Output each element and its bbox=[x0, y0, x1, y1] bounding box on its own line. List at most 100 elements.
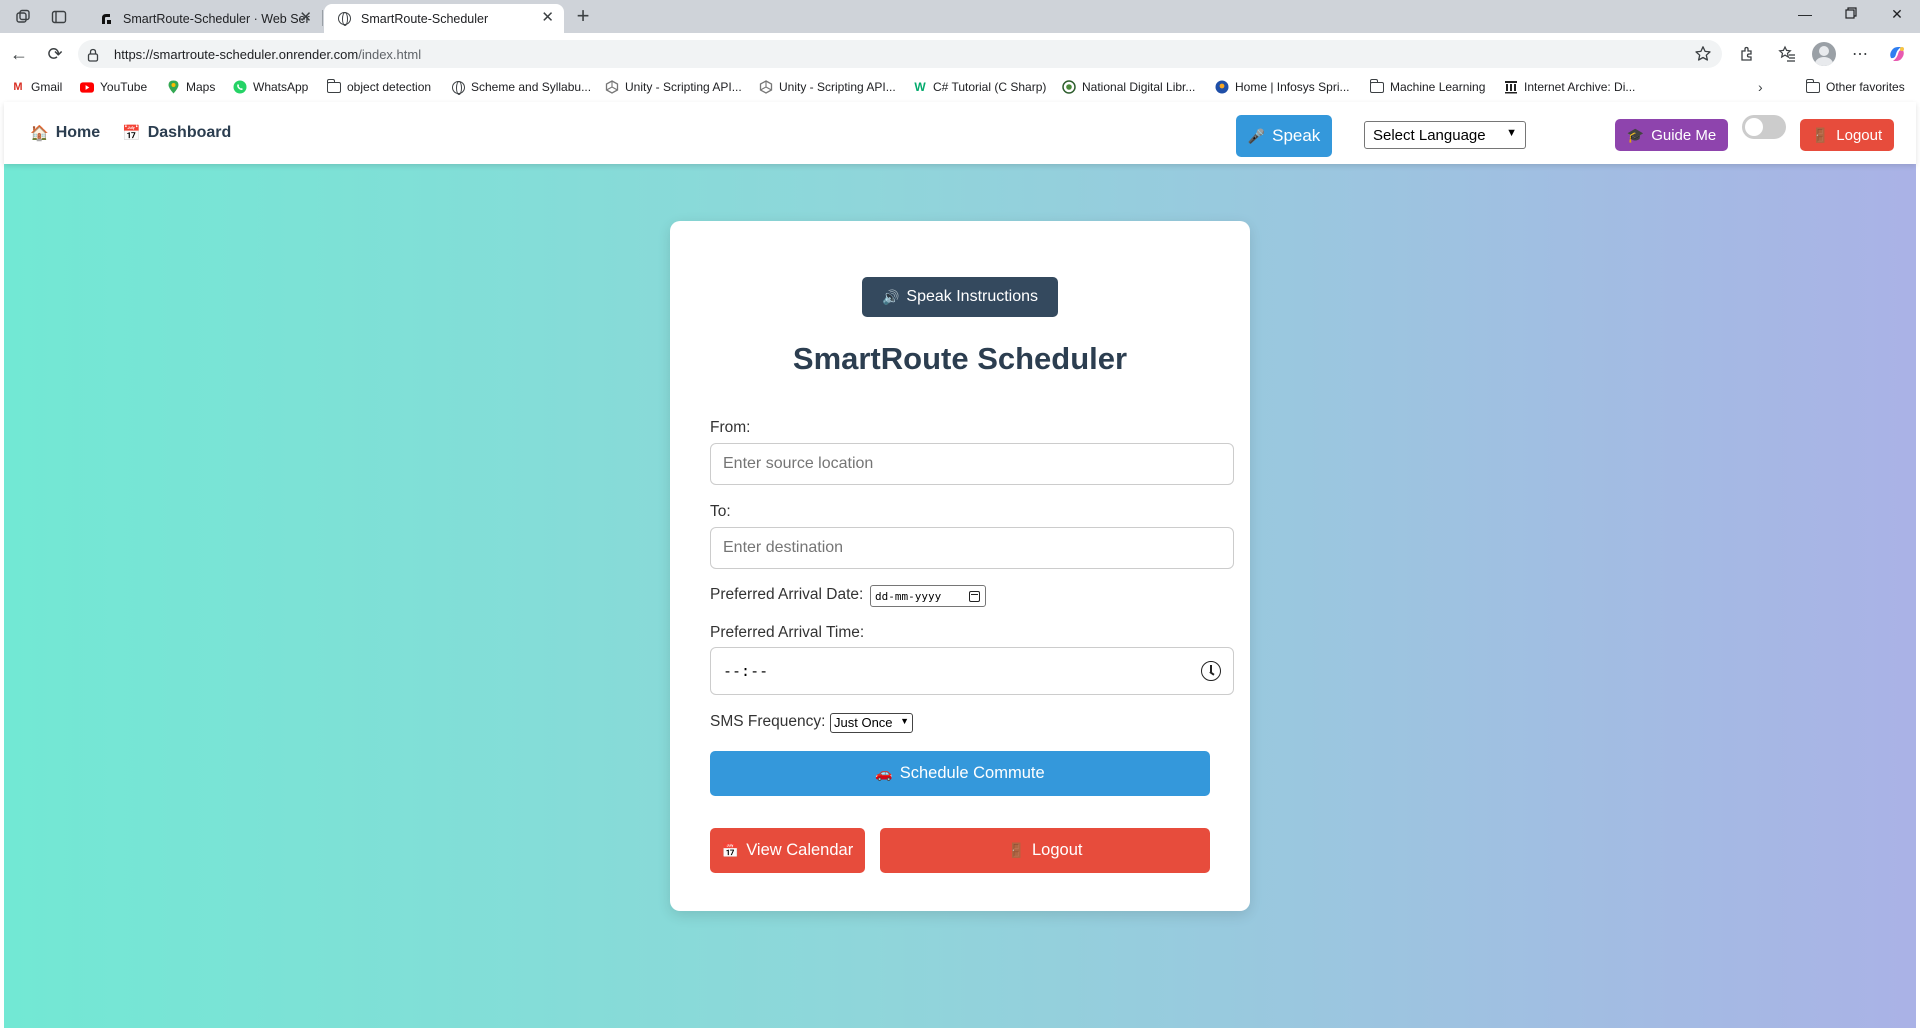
bookmark-youtube[interactable]: YouTube bbox=[80, 80, 147, 94]
whatsapp-icon bbox=[233, 80, 247, 94]
url-text[interactable]: https://smartroute-scheduler.onrender.co… bbox=[114, 47, 421, 62]
bookmark-other-favorites[interactable]: Other favorites bbox=[1805, 78, 1905, 94]
close-window-icon[interactable]: ✕ bbox=[1882, 6, 1912, 26]
bookmark-infosys-springboard[interactable]: Home | Infosys Spri... bbox=[1215, 80, 1350, 94]
extensions-icon[interactable] bbox=[1736, 43, 1758, 65]
bookmark-scheme-syllabus[interactable]: Scheme and Syllabu... bbox=[451, 80, 592, 95]
clock-icon[interactable] bbox=[1201, 661, 1221, 681]
bookmark-unity-api-1[interactable]: Unity - Scripting API... bbox=[605, 80, 742, 94]
bookmark-label: WhatsApp bbox=[253, 80, 309, 94]
speak-label: Speak bbox=[1272, 126, 1321, 145]
page-title: SmartRoute Scheduler bbox=[792, 341, 1128, 376]
nav-dashboard-label: Dashboard bbox=[147, 124, 232, 141]
bookmark-whatsapp[interactable]: WhatsApp bbox=[233, 80, 308, 94]
bookmark-csharp-tutorial[interactable]: W C# Tutorial (C Sharp) bbox=[913, 80, 1046, 94]
logout-button[interactable]: 🚪 Logout bbox=[880, 828, 1210, 873]
bookmark-label: Home | Infosys Spri... bbox=[1235, 80, 1350, 94]
favorites-icon[interactable] bbox=[1776, 43, 1798, 65]
new-tab-icon[interactable]: + bbox=[570, 4, 596, 30]
tab-smartroute[interactable]: SmartRoute-Scheduler ✕ bbox=[324, 4, 564, 33]
sms-frequency-select[interactable]: Just Once ▼ bbox=[830, 713, 913, 733]
language-select[interactable]: Select Language ▼ bbox=[1364, 121, 1526, 149]
favorite-star-icon[interactable] bbox=[1694, 45, 1712, 63]
bookmark-label: Scheme and Syllabu... bbox=[471, 80, 592, 94]
nav-logout-label: Logout bbox=[1836, 126, 1883, 144]
tab-render-dashboard[interactable]: SmartRoute-Scheduler · Web Ser ✕ bbox=[86, 4, 322, 33]
calendar-icon: 📅 bbox=[122, 125, 141, 142]
bookmark-label: Unity - Scripting API... bbox=[779, 80, 896, 94]
restore-icon[interactable] bbox=[1836, 6, 1866, 26]
arrival-date-input[interactable]: dd-mm-yyyy bbox=[870, 585, 986, 607]
bookmark-label: Other favorites bbox=[1826, 80, 1905, 94]
infosys-icon bbox=[1215, 80, 1229, 94]
speak-button[interactable]: 🎤 Speak bbox=[1236, 115, 1332, 157]
speak-instructions-button[interactable]: 🔊 Speak Instructions bbox=[862, 277, 1058, 317]
language-select-value: Select Language bbox=[1373, 127, 1486, 144]
arrival-date-label: Preferred Arrival Date: bbox=[710, 586, 864, 603]
bookmark-internet-archive[interactable]: Internet Archive: Di... bbox=[1504, 80, 1635, 94]
tab-title: SmartRoute-Scheduler bbox=[361, 11, 489, 26]
arrival-date-value: dd-mm-yyyy bbox=[875, 589, 942, 603]
folder-icon bbox=[1369, 78, 1384, 94]
close-tab-icon[interactable]: ✕ bbox=[541, 10, 554, 26]
workspaces-icon[interactable] bbox=[12, 6, 34, 28]
tab-actions-icon[interactable] bbox=[48, 6, 70, 28]
arrival-time-label: Preferred Arrival Time: bbox=[710, 624, 865, 641]
chevron-down-icon: ▼ bbox=[1506, 127, 1517, 139]
bookmark-label: Machine Learning bbox=[1390, 80, 1486, 94]
site-info-icon[interactable] bbox=[86, 48, 100, 62]
dark-mode-toggle[interactable] bbox=[1742, 115, 1786, 139]
chevron-right-icon[interactable]: › bbox=[1758, 79, 1763, 95]
to-label: To: bbox=[710, 503, 731, 520]
speaker-icon: 🔊 bbox=[881, 288, 900, 305]
ndl-icon bbox=[1062, 80, 1076, 94]
bookmark-label: Internet Archive: Di... bbox=[1524, 80, 1636, 94]
profile-avatar-icon[interactable] bbox=[1812, 42, 1836, 66]
guide-me-label: Guide Me bbox=[1651, 126, 1717, 144]
url-host: https://smartroute-scheduler.onrender.co… bbox=[114, 47, 359, 62]
copilot-icon[interactable] bbox=[1886, 43, 1908, 65]
refresh-icon[interactable]: ⟳ bbox=[44, 43, 66, 65]
arrival-time-input[interactable]: --:-- bbox=[710, 647, 1234, 695]
bookmark-maps[interactable]: Maps bbox=[166, 80, 215, 94]
more-menu-icon[interactable]: ⋯ bbox=[1849, 43, 1871, 65]
close-tab-icon[interactable]: ✕ bbox=[299, 10, 312, 26]
graduation-cap-icon: 🎓 bbox=[1626, 126, 1645, 143]
car-icon: 🚗 bbox=[875, 765, 893, 781]
scheduler-card: 🔊 Speak Instructions SmartRoute Schedule… bbox=[670, 221, 1250, 911]
back-icon[interactable]: ← bbox=[8, 43, 30, 65]
view-calendar-button[interactable]: 📅 View Calendar bbox=[710, 828, 865, 873]
youtube-icon bbox=[80, 80, 94, 94]
arrival-time-value: --:-- bbox=[723, 662, 769, 680]
globe-icon bbox=[451, 80, 465, 95]
bookmark-label: YouTube bbox=[100, 80, 148, 94]
bookmarks-bar: M Gmail YouTube Maps WhatsApp object det… bbox=[0, 75, 1920, 102]
to-input[interactable]: Enter destination bbox=[710, 527, 1234, 569]
bookmark-gmail[interactable]: M Gmail bbox=[11, 80, 62, 94]
archive-icon bbox=[1504, 80, 1518, 94]
nav-home-link[interactable]: 🏠 Home bbox=[30, 124, 100, 142]
nav-dashboard-link[interactable]: 📅 Dashboard bbox=[122, 124, 231, 142]
tab-title: SmartRoute-Scheduler · Web Ser bbox=[123, 11, 310, 26]
view-calendar-label: View Calendar bbox=[746, 841, 854, 859]
nav-logout-button[interactable]: 🚪 Logout bbox=[1800, 119, 1894, 151]
url-path: /index.html bbox=[358, 47, 422, 62]
bookmark-label: Gmail bbox=[31, 80, 63, 94]
from-input[interactable]: Enter source location bbox=[710, 443, 1234, 485]
gmail-icon: M bbox=[13, 81, 23, 93]
bookmark-unity-api-2[interactable]: Unity - Scripting API... bbox=[759, 80, 896, 94]
bookmark-object-detection[interactable]: object detection bbox=[326, 78, 431, 94]
speak-instructions-label: Speak Instructions bbox=[906, 288, 1039, 305]
tab-separator bbox=[322, 10, 323, 26]
minimize-icon[interactable]: — bbox=[1790, 6, 1820, 26]
browser-tab-strip: SmartRoute-Scheduler · Web Ser ✕ SmartRo… bbox=[0, 0, 1920, 33]
bookmark-national-digital-library[interactable]: National Digital Libr... bbox=[1062, 80, 1195, 94]
microphone-icon: 🎤 bbox=[1247, 127, 1266, 144]
from-placeholder: Enter source location bbox=[723, 455, 874, 472]
bookmark-machine-learning[interactable]: Machine Learning bbox=[1369, 78, 1486, 94]
schedule-commute-button[interactable]: 🚗 Schedule Commute bbox=[710, 751, 1210, 796]
calendar-picker-icon[interactable] bbox=[969, 591, 980, 602]
logout-label: Logout bbox=[1031, 841, 1083, 859]
chevron-down-icon: ▼ bbox=[900, 716, 909, 726]
guide-me-button[interactable]: 🎓 Guide Me bbox=[1615, 119, 1728, 151]
